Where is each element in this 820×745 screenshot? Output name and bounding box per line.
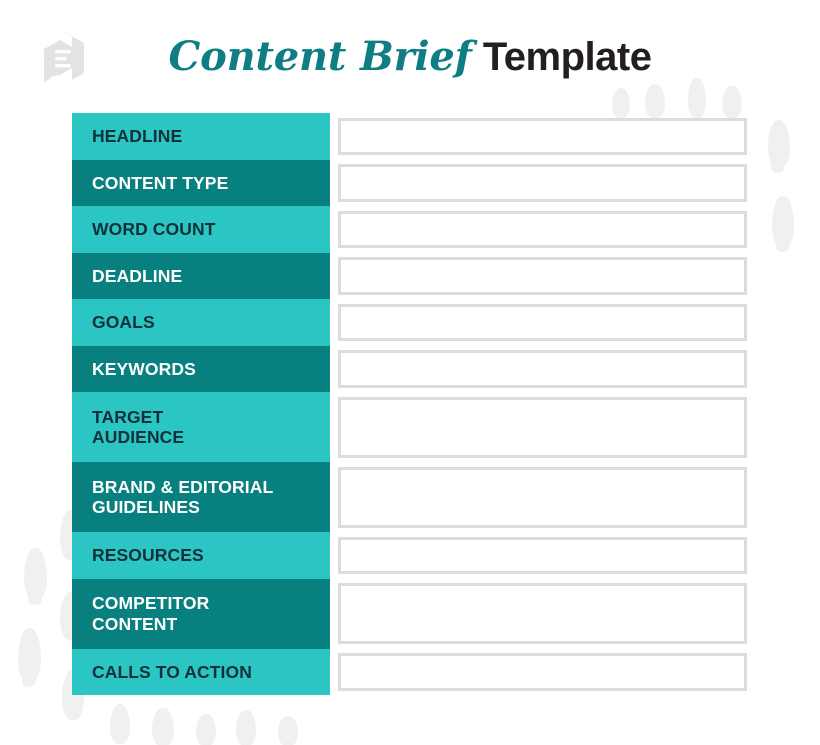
footprint-icon (688, 78, 706, 118)
content-brief-table: HEADLINE CONTENT TYPE WORD COUNT DEADLINE GO… (72, 113, 747, 695)
footprint-icon (18, 628, 41, 682)
row-label-brand-editorial-guidelines: BRAND & EDITORIAL GUIDELINES (72, 462, 330, 532)
row-label-line: CONTENT TYPE (92, 172, 229, 193)
table-row: GOALS (72, 299, 747, 346)
row-label-content-type: CONTENT TYPE (72, 159, 330, 206)
row-label-line: DEADLINE (92, 265, 183, 286)
row-field-wrapper (330, 462, 747, 532)
table-row: RESOURCES (72, 532, 747, 579)
field-input-resources[interactable] (338, 536, 747, 574)
page-title-italic-part: Content Brief (168, 33, 472, 80)
row-label-calls-to-action: CALLS TO ACTION (72, 648, 330, 695)
row-label-word-count: WORD COUNT (72, 206, 330, 253)
table-row: CALLS TO ACTION (72, 648, 747, 696)
row-label-line: KEYWORDS (92, 358, 196, 379)
field-input-word-count[interactable] (338, 210, 747, 248)
footprint-icon (236, 710, 256, 745)
table-row: BRAND & EDITORIAL GUIDELINES (72, 462, 747, 532)
row-field-wrapper (330, 253, 747, 300)
row-label-competitor-content: COMPETITOR CONTENT (72, 578, 330, 649)
content-brief-template-page: Content Brief Template HEADLINE CONTENT T… (0, 0, 820, 745)
table-row: COMPETITOR CONTENT (72, 578, 747, 649)
row-label-goals: GOALS (72, 299, 330, 346)
field-input-calls-to-action[interactable] (338, 653, 747, 691)
field-input-target-audience[interactable] (338, 396, 747, 458)
row-label-line: GUIDELINES (92, 497, 200, 517)
row-label-target-audience: TARGET AUDIENCE (72, 392, 330, 462)
table-row: TARGET AUDIENCE (72, 392, 747, 462)
row-field-wrapper (330, 346, 747, 393)
page-title-bold-part: Template (482, 35, 652, 79)
table-row: WORD COUNT (72, 206, 747, 253)
row-field-wrapper (330, 299, 747, 346)
row-label-line: AUDIENCE (92, 427, 185, 447)
row-label-line: COMPETITOR (92, 593, 210, 614)
table-row: DEADLINE (72, 252, 747, 300)
field-input-headline[interactable] (338, 117, 747, 155)
field-input-content-type[interactable] (338, 164, 747, 202)
row-field-wrapper (330, 532, 747, 579)
row-field-wrapper (330, 579, 747, 649)
row-field-wrapper (330, 392, 747, 462)
row-label-line: BRAND & EDITORIAL (92, 476, 274, 497)
row-label-deadline: DEADLINE (72, 252, 330, 299)
row-field-wrapper (330, 206, 747, 253)
row-field-wrapper (330, 160, 747, 207)
footprint-icon (278, 716, 298, 745)
footprint-icon (152, 708, 174, 745)
page-title: Content Brief Template (0, 33, 820, 80)
table-row: HEADLINE (72, 113, 747, 160)
footprint-icon (196, 714, 216, 745)
field-input-keywords[interactable] (338, 350, 747, 388)
row-label-line: HEADLINE (92, 126, 183, 147)
row-label-line: WORD COUNT (92, 219, 216, 240)
footprint-icon (776, 242, 789, 252)
footprint-icon (28, 594, 42, 605)
field-input-competitor-content[interactable] (338, 583, 747, 644)
field-input-brand-editorial-guidelines[interactable] (338, 466, 747, 528)
table-row: KEYWORDS (72, 345, 747, 393)
field-input-goals[interactable] (338, 303, 747, 341)
row-label-keywords: KEYWORDS (72, 345, 330, 392)
field-input-deadline[interactable] (338, 257, 747, 295)
table-row: CONTENT TYPE (72, 159, 747, 207)
row-label-line: CONTENT (92, 613, 178, 634)
footprint-icon (768, 120, 790, 168)
footprint-icon (772, 196, 794, 248)
row-label-line: GOALS (92, 312, 155, 333)
row-field-wrapper (330, 113, 747, 160)
footprint-icon (24, 548, 47, 600)
row-label-line: CALLS TO ACTION (92, 661, 252, 682)
row-label-line: RESOURCES (92, 545, 204, 566)
footprint-icon (22, 676, 36, 687)
footprint-icon (110, 704, 130, 744)
row-label-line: TARGET (92, 406, 164, 427)
row-label-headline: HEADLINE (72, 113, 330, 160)
footprint-icon (771, 163, 784, 173)
row-field-wrapper (330, 649, 747, 696)
row-label-resources: RESOURCES (72, 532, 330, 579)
